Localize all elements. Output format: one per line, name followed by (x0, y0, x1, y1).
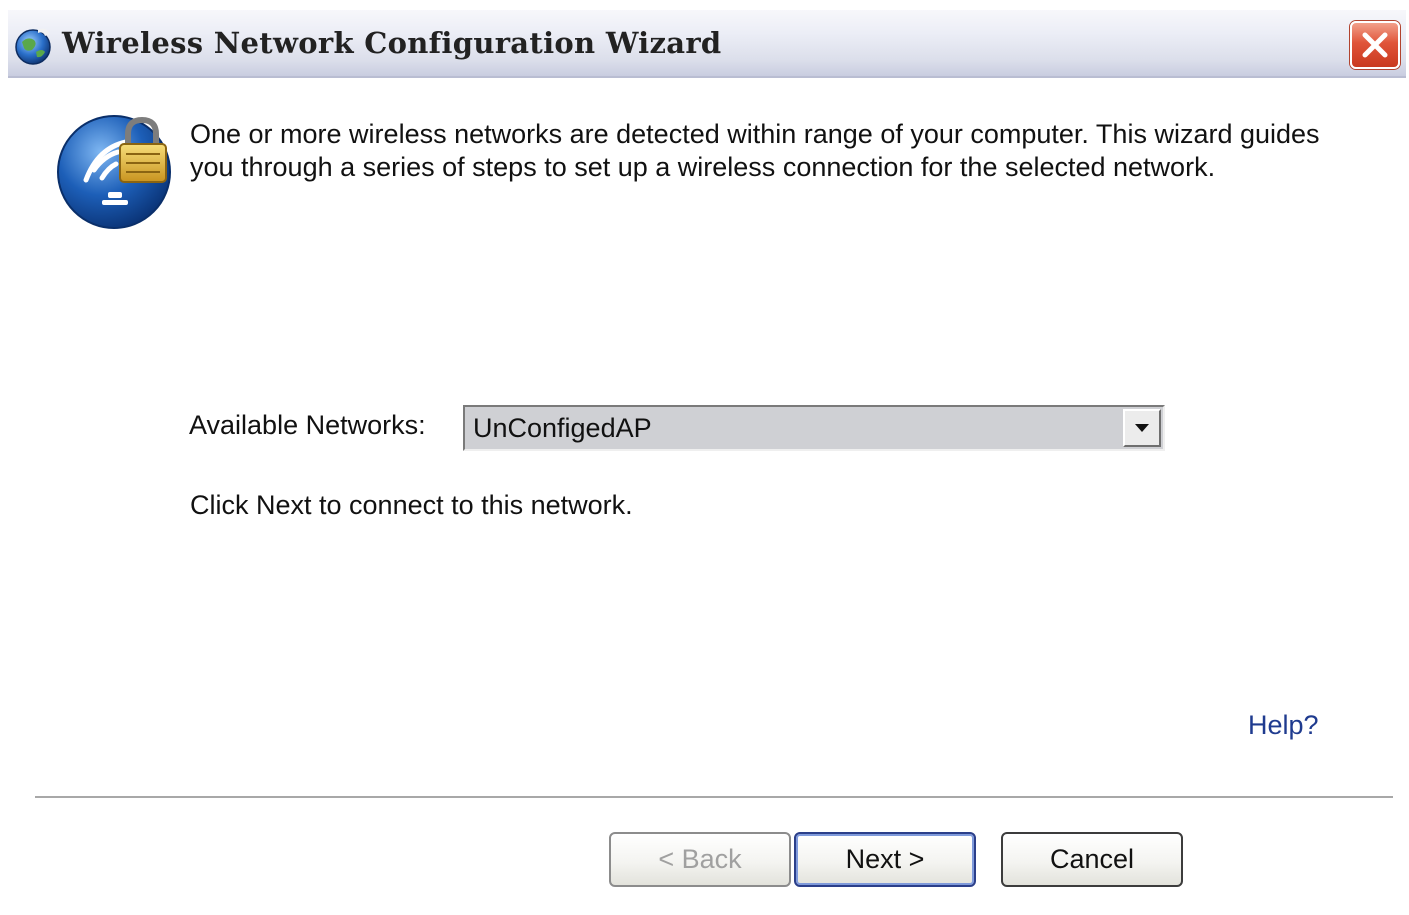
chevron-down-icon (1135, 424, 1149, 432)
window-title: Wireless Network Configuration Wizard (62, 26, 722, 60)
intro-text: One or more wireless networks are detect… (190, 119, 1320, 182)
back-button[interactable]: < Back (609, 832, 791, 887)
wireless-lock-icon (57, 115, 171, 229)
globe-icon (15, 28, 51, 65)
title-bar[interactable]: Wireless Network Configuration Wizard (8, 10, 1406, 78)
selected-network: UnConfigedAP (473, 413, 652, 443)
close-icon (1362, 32, 1388, 58)
next-button[interactable]: Next > (794, 832, 976, 887)
cancel-button[interactable]: Cancel (1001, 832, 1183, 887)
next-hint-text: Click Next to connect to this network. (190, 490, 633, 520)
dropdown-button[interactable] (1123, 409, 1161, 447)
available-networks-select[interactable]: UnConfigedAP (463, 405, 1165, 451)
help-link[interactable]: Help? (1248, 710, 1319, 741)
wizard-window: Wireless Network Configuration Wizard On… (8, 10, 1406, 910)
close-button[interactable] (1350, 21, 1400, 69)
available-networks-label: Available Networks: (189, 410, 426, 440)
separator (35, 796, 1393, 799)
